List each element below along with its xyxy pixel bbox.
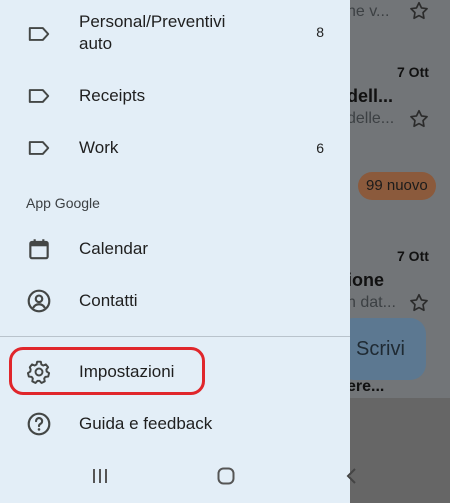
- compose-label: Scrivi: [356, 337, 405, 360]
- email-subject[interactable]: dell...: [347, 86, 393, 107]
- drawer-help-feedback[interactable]: Guida e feedback: [0, 402, 350, 446]
- back-icon[interactable]: [342, 466, 362, 486]
- email-snippet: ere...: [347, 378, 385, 395]
- label-icon: [28, 89, 50, 103]
- star-icon[interactable]: [408, 292, 430, 314]
- drawer-label-receipts[interactable]: Receipts: [0, 74, 350, 118]
- email-date: 7 Ott: [397, 64, 429, 80]
- drawer-help-label: Guida e feedback: [79, 414, 213, 433]
- unread-count: 8: [316, 24, 324, 40]
- star-icon[interactable]: [408, 0, 430, 22]
- unread-count: 6: [316, 140, 324, 156]
- system-navigation-bar: [0, 453, 450, 503]
- drawer-divider: [0, 336, 350, 337]
- navigation-drawer: Personal/Preventivi auto 8 Receipts Work…: [0, 0, 350, 503]
- email-snippet: n dat...: [347, 294, 396, 311]
- help-icon: [27, 412, 51, 436]
- drawer-app-label: Contatti: [79, 291, 138, 310]
- email-snippet: he v...: [347, 3, 390, 20]
- section-title-google-apps: App Google: [26, 195, 100, 211]
- calendar-icon: [29, 239, 49, 260]
- drawer-label-personal-preventivi[interactable]: Personal/Preventivi auto 8: [0, 8, 350, 58]
- drawer-label-text: Receipts: [79, 86, 146, 105]
- drawer-label-text: auto: [79, 34, 113, 53]
- drawer-label-text: Personal/Preventivi: [79, 12, 226, 31]
- recent-apps-icon[interactable]: [90, 466, 110, 486]
- label-icon: [28, 27, 50, 41]
- drawer-label-text: Work: [79, 138, 119, 157]
- email-date: 7 Ott: [397, 248, 429, 264]
- drawer-app-contacts[interactable]: Contatti: [0, 279, 350, 323]
- compose-button[interactable]: Scrivi: [338, 318, 426, 380]
- drawer-label-work[interactable]: Work 6: [0, 126, 350, 170]
- contacts-icon: [27, 289, 51, 313]
- label-icon: [28, 141, 50, 155]
- new-count-badge: 99 nuovo: [358, 172, 436, 200]
- home-icon[interactable]: [216, 466, 236, 486]
- email-subject[interactable]: ione: [347, 270, 384, 291]
- email-snippet: delle...: [347, 110, 395, 127]
- settings-highlight-annotation: [9, 347, 205, 395]
- drawer-app-calendar[interactable]: Calendar: [0, 227, 350, 271]
- drawer-app-label: Calendar: [79, 239, 148, 258]
- star-icon[interactable]: [408, 108, 430, 130]
